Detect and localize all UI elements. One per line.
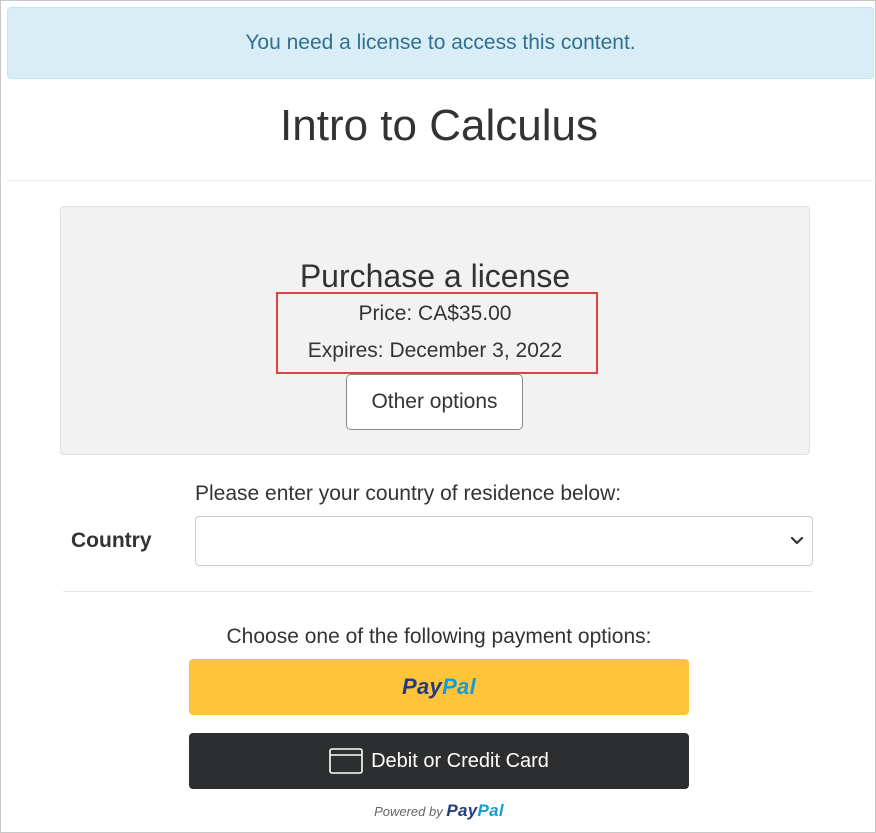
other-options-button[interactable]: Other options [346, 374, 523, 430]
purchase-heading: Purchase a license [299, 258, 571, 294]
license-required-alert: You need a license to access this conten… [7, 7, 874, 79]
powered-by-paypal: Powered by PayPal [1, 801, 876, 821]
powered-by-text: Powered by [374, 804, 443, 819]
credit-card-icon [329, 748, 363, 774]
country-select[interactable] [195, 516, 813, 566]
paypal-small-logo: PayPal [446, 801, 504, 820]
section-divider [63, 591, 813, 592]
paypal-logo: PayPal [402, 674, 476, 699]
alert-message: You need a license to access this conten… [245, 31, 636, 54]
page-frame: You need a license to access this conten… [0, 0, 876, 833]
card-button-label: Debit or Credit Card [371, 749, 549, 772]
chevron-down-icon [790, 536, 804, 545]
paypal-button[interactable]: PayPal [189, 659, 689, 715]
country-label: Country [71, 529, 152, 552]
license-price: Price: CA$35.00 [358, 302, 512, 325]
title-divider [7, 180, 874, 181]
country-prompt: Please enter your country of residence b… [195, 482, 622, 505]
payment-prompt: Choose one of the following payment opti… [226, 625, 652, 648]
course-title: Intro to Calculus [280, 101, 598, 150]
purchase-license-panel: Purchase a license Price: CA$35.00 Expir… [60, 206, 810, 455]
license-expiry: Expires: December 3, 2022 [307, 339, 563, 362]
debit-credit-card-button[interactable]: Debit or Credit Card [189, 733, 689, 789]
